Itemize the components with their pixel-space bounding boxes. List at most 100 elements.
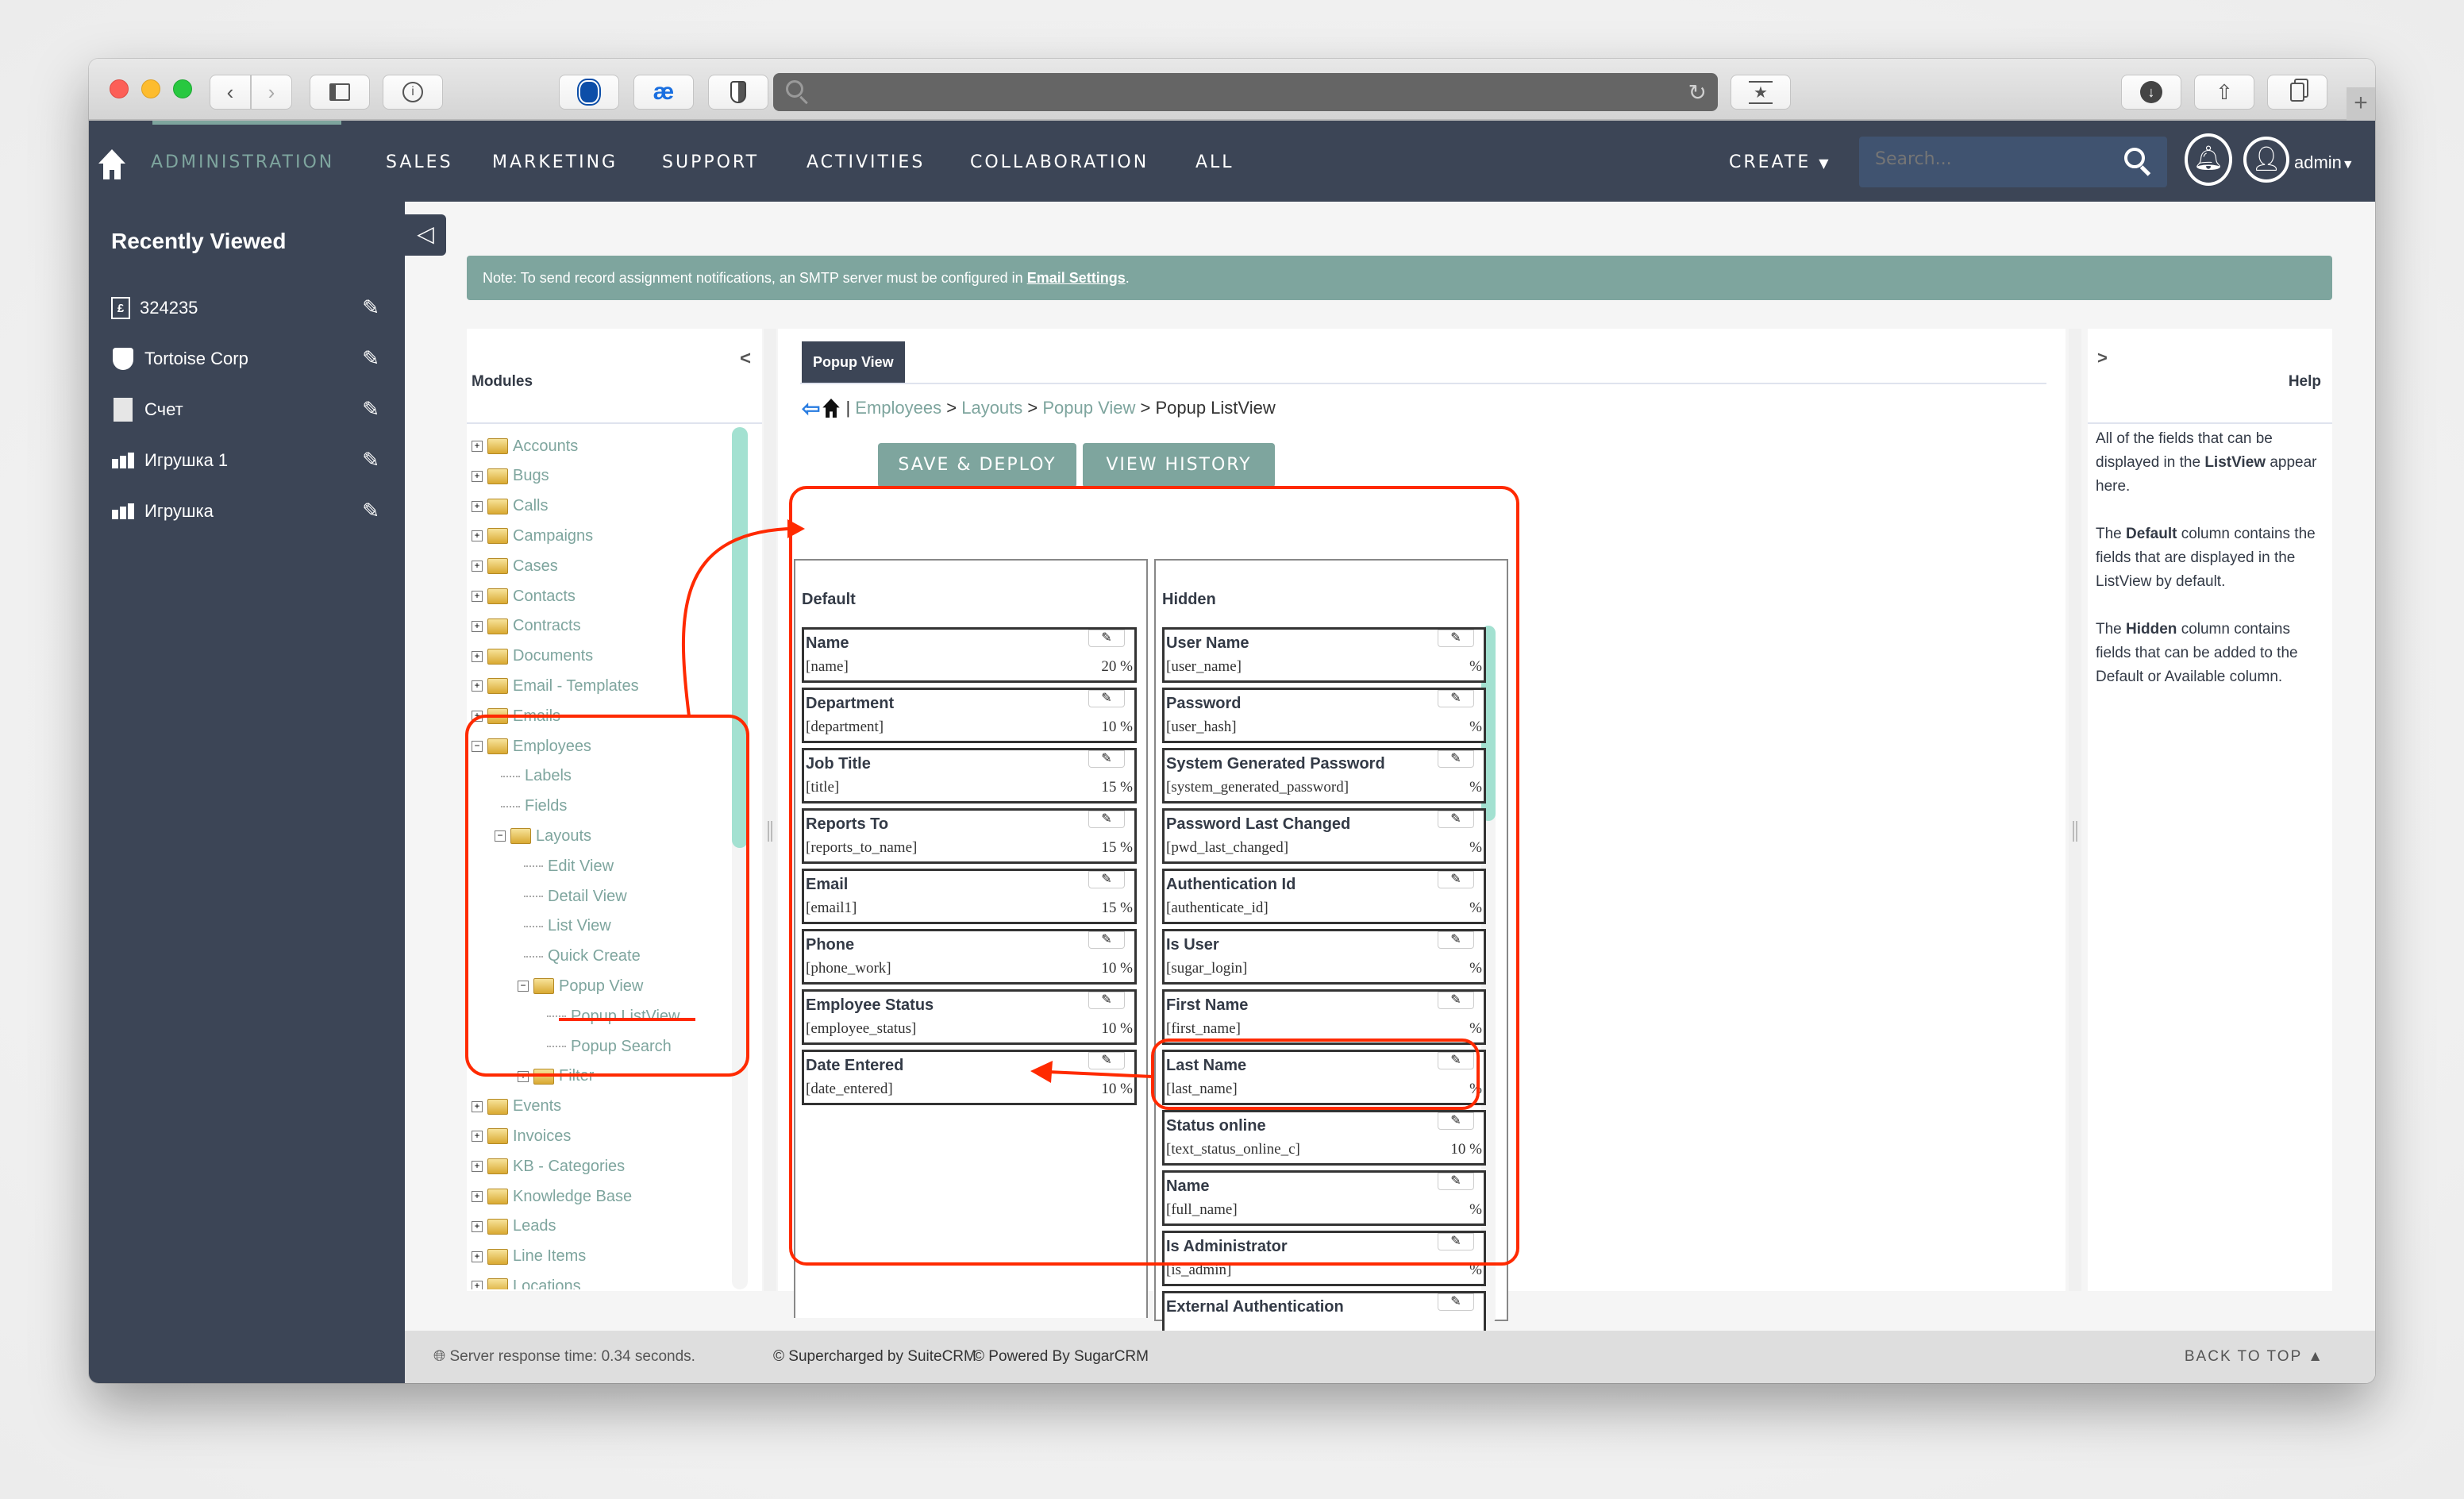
tree-node[interactable]: + Campaigns	[472, 522, 593, 550]
edit-pencil-icon[interactable]: ✎	[1438, 1052, 1474, 1069]
field-item[interactable]: Password [user_hash]% ✎	[1162, 688, 1486, 743]
expand-icon[interactable]: +	[472, 1131, 483, 1143]
suitecrm-link[interactable]: © Supercharged by SuiteCRM	[773, 1331, 976, 1383]
info-button[interactable]: i	[383, 75, 443, 110]
field-item[interactable]: Department [department] 10 % ✎	[802, 688, 1137, 743]
forward-button[interactable]: ›	[251, 75, 292, 110]
nav-collaboration[interactable]: COLLABORATION	[970, 152, 1149, 172]
edit-pencil-icon[interactable]: ✎	[1088, 992, 1125, 1009]
tree-node[interactable]: List View	[518, 912, 611, 941]
edit-pencil-icon[interactable]: ✎	[1088, 690, 1125, 707]
tree-node[interactable]: + Contracts	[472, 612, 581, 641]
email-settings-link[interactable]: Email Settings	[1027, 270, 1126, 286]
scrollbar-thumb[interactable]	[732, 427, 748, 848]
tree-node[interactable]: + Email - Templates	[472, 672, 639, 700]
tree-node[interactable]: + Events	[472, 1092, 561, 1121]
home-icon[interactable]	[822, 399, 841, 418]
edit-pencil-icon[interactable]: ✎	[1438, 750, 1474, 768]
back-button[interactable]: ‹	[210, 75, 251, 110]
tree-node[interactable]: − Popup View	[518, 972, 643, 1000]
field-item[interactable]: User Name [user_name]% ✎	[1162, 627, 1486, 683]
minimize-window-button[interactable]	[141, 79, 160, 98]
field-item[interactable]: Name [name] 20 % ✎	[802, 627, 1137, 683]
edit-pencil-icon[interactable]: ✎	[1438, 1173, 1474, 1190]
nav-support[interactable]: SUPPORT	[662, 152, 759, 172]
back-to-top-button[interactable]: BACK TO TOP ▲	[2185, 1331, 2324, 1383]
field-item[interactable]: System Generated Password [system_generat…	[1162, 748, 1486, 803]
sugarcrm-link[interactable]: © Powered By SugarCRM	[973, 1331, 1149, 1383]
field-item[interactable]: Reports To [reports_to_name] 15 % ✎	[802, 808, 1137, 864]
field-item[interactable]: First Name [first_name]% ✎	[1162, 989, 1486, 1045]
tree-node[interactable]: Detail View	[518, 882, 627, 911]
edit-pencil-icon[interactable]: ✎	[1088, 1052, 1125, 1069]
notifications-button[interactable]: 🔔︎	[2185, 133, 2232, 186]
edit-pencil-icon[interactable]: ✎	[1088, 811, 1125, 828]
tree-node[interactable]: + Filter	[518, 1062, 594, 1091]
left-splitter[interactable]	[764, 329, 776, 1291]
share-button[interactable]: ⇧	[2194, 75, 2254, 110]
translate-extension-button[interactable]: æ	[633, 75, 694, 110]
expand-icon[interactable]: +	[472, 441, 483, 452]
field-item[interactable]: Phone [phone_work] 10 % ✎	[802, 929, 1137, 985]
search-icon[interactable]	[2124, 148, 2145, 168]
collapse-icon[interactable]: −	[495, 830, 506, 842]
tree-node[interactable]: Labels	[495, 762, 572, 791]
edit-pencil-icon[interactable]: ✎	[1438, 931, 1474, 949]
downloads-button[interactable]: ↓	[2121, 75, 2181, 110]
expand-icon[interactable]: +	[472, 1161, 483, 1173]
nav-all[interactable]: ALL	[1195, 152, 1234, 172]
tree-node[interactable]: Edit View	[518, 852, 614, 881]
reload-icon[interactable]: ↻	[1688, 79, 1707, 106]
tree-node[interactable]: − Layouts	[495, 822, 591, 850]
tree-node[interactable]: + Emails	[472, 702, 560, 730]
tree-node[interactable]: + KB - Categories	[472, 1152, 625, 1181]
expand-icon[interactable]: +	[472, 650, 483, 662]
tree-node[interactable]: + Invoices	[472, 1122, 571, 1150]
tree-node[interactable]: Popup ListView	[541, 1002, 680, 1031]
field-item[interactable]: Job Title [title] 15 % ✎	[802, 748, 1137, 803]
collapse-modules-button[interactable]: <	[740, 348, 751, 370]
recent-item[interactable]: £ 324235 ✎	[111, 292, 389, 324]
field-item[interactable]: Authentication Id [authenticate_id]% ✎	[1162, 869, 1486, 924]
new-tab-button[interactable]: +	[2347, 87, 2375, 121]
tab-popup-view[interactable]: Popup View	[802, 341, 905, 383]
expand-icon[interactable]: +	[472, 1220, 483, 1232]
expand-icon[interactable]: +	[472, 1100, 483, 1112]
tabs-overview-button[interactable]	[2267, 75, 2327, 110]
tree-node[interactable]: + Leads	[472, 1212, 556, 1241]
zoom-window-button[interactable]	[173, 79, 192, 98]
view-history-button[interactable]: VIEW HISTORY	[1083, 443, 1275, 487]
field-item[interactable]: Is Administrator [is_admin]% ✎	[1162, 1231, 1486, 1286]
field-item[interactable]: Status online [text_status_online_c] 10 % ✎	[1162, 1110, 1486, 1166]
expand-icon[interactable]: +	[472, 500, 483, 512]
expand-icon[interactable]: +	[472, 1250, 483, 1262]
field-item[interactable]: Is User [sugar_login]% ✎	[1162, 929, 1486, 985]
expand-icon[interactable]: +	[472, 620, 483, 632]
save-deploy-button[interactable]: SAVE & DEPLOY	[878, 443, 1076, 487]
edit-pencil-icon[interactable]: ✎	[1088, 630, 1125, 647]
field-item[interactable]: Name [full_name]% ✎	[1162, 1170, 1486, 1226]
tree-node[interactable]: Fields	[495, 792, 567, 821]
splitter-grip[interactable]	[768, 821, 772, 842]
expand-icon[interactable]: +	[472, 561, 483, 572]
user-avatar[interactable]: 👤︎	[2243, 137, 2289, 183]
expand-icon[interactable]: +	[472, 680, 483, 692]
edit-pencil-icon[interactable]: ✎	[1438, 992, 1474, 1009]
edit-pencil-icon[interactable]: ✎	[1088, 931, 1125, 949]
nav-marketing[interactable]: MARKETING	[492, 152, 618, 172]
search-input[interactable]	[1875, 149, 2113, 169]
tree-node[interactable]: + Accounts	[472, 432, 578, 460]
nav-sales[interactable]: SALES	[386, 152, 453, 172]
breadcrumb-layouts[interactable]: Layouts	[961, 398, 1022, 418]
edit-pencil-icon[interactable]: ✎	[362, 448, 379, 472]
sidebar-toggle-button[interactable]	[310, 75, 370, 110]
recent-item[interactable]: Счет ✎	[111, 394, 389, 426]
edit-pencil-icon[interactable]: ✎	[1438, 871, 1474, 888]
tree-node[interactable]: − Employees	[472, 732, 591, 761]
recent-item[interactable]: Игрушка ✎	[111, 495, 389, 527]
collapse-icon[interactable]: −	[518, 981, 529, 992]
edit-pencil-icon[interactable]: ✎	[1438, 1233, 1474, 1250]
tree-node[interactable]: Popup Search	[541, 1032, 672, 1061]
tree-node[interactable]: Quick Create	[518, 942, 641, 971]
edit-pencil-icon[interactable]: ✎	[1438, 630, 1474, 647]
